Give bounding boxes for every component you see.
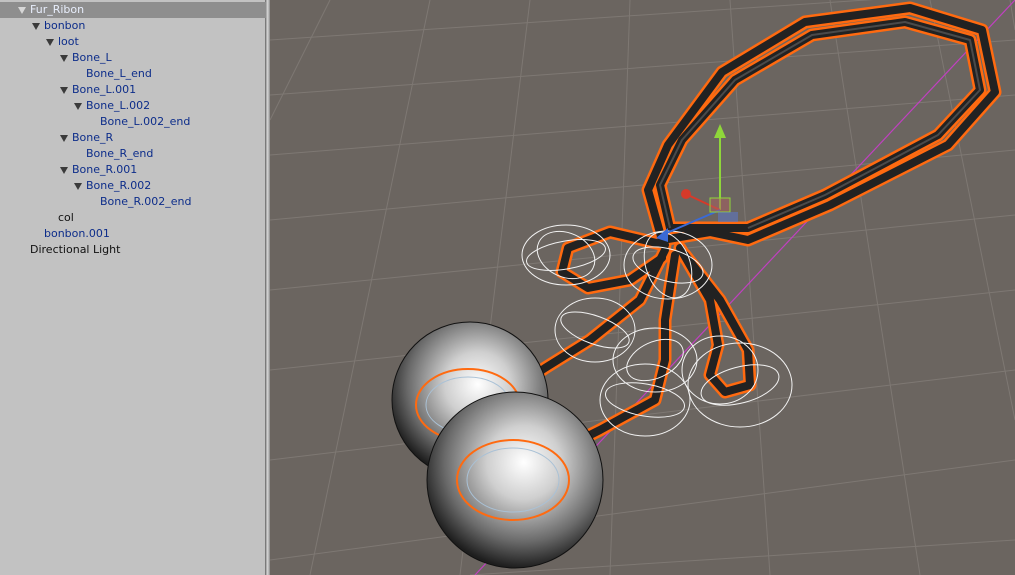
hierarchy-item-bone-r[interactable]: Bone_R xyxy=(0,130,266,146)
hierarchy-item-label: Bone_R_end xyxy=(86,147,154,160)
hierarchy-item-label: Directional Light xyxy=(30,243,121,256)
hierarchy-item-bone-r-002-end[interactable]: Bone_R.002_end xyxy=(0,194,266,210)
hierarchy-item-bone-l-end[interactable]: Bone_L_end xyxy=(0,66,266,82)
hierarchy-item-label: Bone_R.002 xyxy=(86,179,152,192)
hierarchy-item-label: Bone_R.001 xyxy=(72,163,138,176)
hierarchy-item-fur-ribon[interactable]: Fur_Ribon xyxy=(0,2,266,18)
bonbon-001-sphere[interactable] xyxy=(426,391,604,569)
hierarchy-item-label: Bone_L.002_end xyxy=(100,115,191,128)
hierarchy-item-bone-r-end[interactable]: Bone_R_end xyxy=(0,146,266,162)
expand-arrow-icon[interactable] xyxy=(32,23,40,30)
hierarchy-item-bonbon-001[interactable]: bonbon.001 xyxy=(0,226,266,242)
expand-arrow-icon[interactable] xyxy=(74,103,82,110)
hierarchy-item-bone-l-002[interactable]: Bone_L.002 xyxy=(0,98,266,114)
expand-arrow-icon[interactable] xyxy=(60,55,68,62)
hierarchy-item-label: Fur_Ribon xyxy=(30,3,85,16)
hierarchy-item-bone-l-001[interactable]: Bone_L.001 xyxy=(0,82,266,98)
hierarchy-item-directional-light[interactable]: Directional Light xyxy=(0,242,266,258)
expand-arrow-icon[interactable] xyxy=(18,7,26,14)
scene-viewport[interactable] xyxy=(270,0,1015,575)
hierarchy-item-label: Bone_L.001 xyxy=(72,83,137,96)
hierarchy-item-label: Bone_R.002_end xyxy=(100,195,192,208)
hierarchy-item-bone-r-002[interactable]: Bone_R.002 xyxy=(0,178,266,194)
hierarchy-item-bone-r-001[interactable]: Bone_R.001 xyxy=(0,162,266,178)
hierarchy-item-bonbon[interactable]: bonbon xyxy=(0,18,266,34)
expand-arrow-icon[interactable] xyxy=(60,87,68,94)
hierarchy-item-label: Bone_R xyxy=(72,131,114,144)
scene-canvas[interactable] xyxy=(270,0,1015,575)
hierarchy-item-label: Bone_L_end xyxy=(86,67,152,80)
hierarchy-item-label: Bone_L.002 xyxy=(86,99,151,112)
hierarchy-item-label: Bone_L xyxy=(72,51,112,64)
hierarchy-item-label: col xyxy=(58,211,74,224)
expand-arrow-icon[interactable] xyxy=(60,135,68,142)
hierarchy-item-label: loot xyxy=(58,35,79,48)
hierarchy-item-col[interactable]: col xyxy=(0,210,266,226)
hierarchy-panel: Fur_Ribon bonbon loot Bone_L Bone_L_end … xyxy=(0,0,266,575)
hierarchy-item-bone-l[interactable]: Bone_L xyxy=(0,50,266,66)
hierarchy-item-loot[interactable]: loot xyxy=(0,34,266,50)
expand-arrow-icon[interactable] xyxy=(46,39,54,46)
hierarchy-item-bone-l-002-end[interactable]: Bone_L.002_end xyxy=(0,114,266,130)
expand-arrow-icon[interactable] xyxy=(60,167,68,174)
hierarchy-item-label: bonbon xyxy=(44,19,86,32)
expand-arrow-icon[interactable] xyxy=(74,183,82,190)
hierarchy-item-label: bonbon.001 xyxy=(44,227,110,240)
